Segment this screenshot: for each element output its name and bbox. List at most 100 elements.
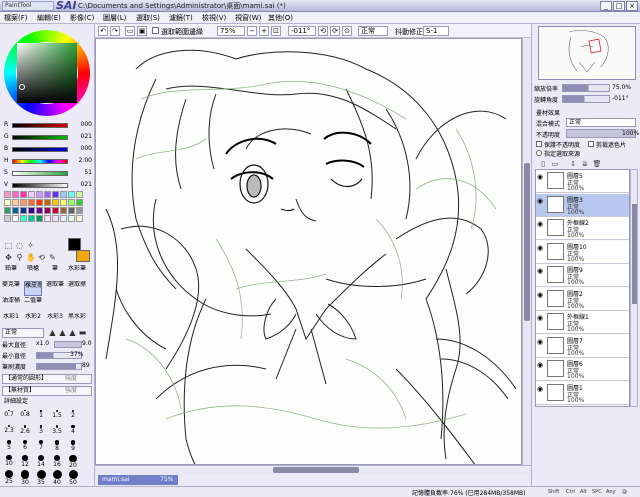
- brush-edge-soft-icon[interactable]: ▲: [68, 328, 77, 337]
- tool-watercolor-1[interactable]: 水彩1: [2, 313, 20, 328]
- color-swatch[interactable]: [60, 191, 67, 198]
- maximize-button[interactable]: □: [613, 1, 625, 11]
- brush-size-cell[interactable]: 8: [50, 440, 64, 455]
- brush-size-cell[interactable]: 50: [66, 470, 80, 486]
- color-swatch[interactable]: [68, 215, 75, 222]
- color-swatch[interactable]: [12, 215, 19, 222]
- slider-s[interactable]: S 51: [4, 169, 92, 179]
- stabilizer-field[interactable]: S-1: [423, 26, 449, 36]
- color-cursor-icon[interactable]: [19, 84, 25, 90]
- document-tab[interactable]: mami.sai 75%: [98, 475, 178, 485]
- max-size-multiplier[interactable]: x1.0: [36, 340, 49, 347]
- color-swatch[interactable]: [28, 207, 35, 214]
- brush-size-cell[interactable]: 2: [66, 410, 80, 425]
- color-swatch[interactable]: [76, 191, 83, 198]
- saturation-value-square[interactable]: [17, 43, 77, 103]
- color-swatch[interactable]: [44, 199, 51, 206]
- color-swatch[interactable]: [4, 215, 11, 222]
- layer-row[interactable]: ◉ 圖層2 正常 100%: [536, 287, 629, 311]
- layer-visibility-eye-icon[interactable]: ◉: [537, 361, 545, 369]
- zoom-out-icon[interactable]: −: [247, 26, 257, 36]
- color-swatch[interactable]: [60, 199, 67, 206]
- lasso-icon[interactable]: ◌: [15, 241, 24, 250]
- layer-visibility-eye-icon[interactable]: ◉: [537, 385, 545, 393]
- layer-row[interactable]: ◉ 圖層3 正常 100%: [536, 193, 629, 217]
- color-swatch[interactable]: [4, 191, 11, 198]
- zoom-icon[interactable]: ⚲: [15, 253, 24, 262]
- tool-black-watercolor[interactable]: 黑水彩: [68, 313, 86, 328]
- hand-icon[interactable]: ✋: [26, 253, 36, 262]
- brush-size-cell[interactable]: 2.6: [18, 425, 32, 440]
- slider-g[interactable]: G 021: [4, 133, 92, 143]
- color-swatch[interactable]: [4, 207, 11, 214]
- tool-pen[interactable]: 筆: [46, 265, 64, 280]
- color-swatch[interactable]: [28, 191, 35, 198]
- menu-window[interactable]: 視窗(W): [235, 13, 261, 23]
- select-rect-icon[interactable]: ⬚: [4, 241, 13, 250]
- color-swatch[interactable]: [12, 199, 19, 206]
- angle-field[interactable]: -011°: [288, 26, 316, 36]
- color-swatch[interactable]: [76, 207, 83, 214]
- color-swatch[interactable]: [52, 191, 59, 198]
- layer-row[interactable]: ◉ 圖層10 正常 100%: [536, 240, 629, 264]
- color-swatch[interactable]: [36, 191, 43, 198]
- layer-row[interactable]: ◉ 外框線1 正常 100%: [536, 311, 629, 334]
- color-swatch[interactable]: [68, 191, 75, 198]
- preserve-opacity-checkbox[interactable]: [536, 141, 542, 147]
- eyedropper-icon[interactable]: ✎: [48, 253, 57, 262]
- brush-size-cell[interactable]: 14: [34, 455, 48, 470]
- slider-b[interactable]: B 000: [4, 145, 92, 155]
- color-swatch[interactable]: [28, 215, 35, 222]
- brush-size-cell[interactable]: 40: [50, 470, 64, 486]
- layer-visibility-eye-icon[interactable]: ◉: [537, 267, 545, 275]
- tool-airbrush[interactable]: 噴槍: [24, 265, 42, 280]
- slider-h-track[interactable]: [12, 159, 68, 164]
- brush-size-cell[interactable]: 0.7: [2, 410, 16, 425]
- layer-visibility-eye-icon[interactable]: ◉: [537, 338, 545, 346]
- rotate-left-icon[interactable]: ⟲: [318, 26, 328, 36]
- layer-row[interactable]: ◉ 圖層5 正常 100%: [536, 170, 629, 193]
- brush-size-cell[interactable]: 1.5: [50, 410, 64, 425]
- color-swatch[interactable]: [4, 199, 11, 206]
- layer-visibility-eye-icon[interactable]: ◉: [537, 197, 545, 205]
- color-swatch[interactable]: [52, 215, 59, 222]
- magic-wand-icon[interactable]: ✧: [26, 241, 35, 250]
- brush-size-cell[interactable]: 3.5: [50, 425, 64, 440]
- layer-visibility-eye-icon[interactable]: ◉: [537, 220, 545, 228]
- layer-list-scroll-thumb[interactable]: [632, 204, 637, 304]
- color-swatch[interactable]: [44, 207, 51, 214]
- layer-row[interactable]: ◉ 圖層7 正常 100%: [536, 334, 629, 358]
- menu-filter[interactable]: 濾鏡(T): [169, 13, 193, 23]
- slider-r[interactable]: R 000: [4, 121, 92, 131]
- color-swatch[interactable]: [44, 215, 51, 222]
- zoom-in-icon[interactable]: +: [259, 26, 269, 36]
- tool-watercolor-2[interactable]: 水彩2: [24, 313, 42, 328]
- tool-eraser[interactable]: 橡皮擦: [24, 281, 42, 296]
- invert-selection-icon[interactable]: ▣: [137, 26, 147, 36]
- zoom-reset-icon[interactable]: ⊡: [271, 26, 281, 36]
- color-swatch[interactable]: [12, 191, 19, 198]
- menu-image[interactable]: 影像(C): [70, 13, 94, 23]
- tool-pencil[interactable]: 鉛筆: [2, 265, 20, 280]
- layer-visibility-eye-icon[interactable]: ◉: [537, 291, 545, 299]
- undo-icon[interactable]: ↶: [98, 26, 108, 36]
- brush-size-cell[interactable]: 25: [2, 470, 16, 485]
- color-swatch[interactable]: [36, 207, 43, 214]
- tool-binary-pen[interactable]: 二值筆: [24, 297, 42, 312]
- navigator-angle-slider[interactable]: [562, 95, 610, 103]
- canvas-vertical-scrollbar[interactable]: [522, 38, 531, 465]
- layer-visibility-eye-icon[interactable]: ◉: [537, 173, 545, 181]
- color-swatch[interactable]: [68, 199, 75, 206]
- canvas-horizontal-scrollbar[interactable]: [95, 465, 531, 474]
- new-layer-icon[interactable]: ▯: [538, 160, 548, 169]
- brush-size-cell[interactable]: 6: [18, 440, 32, 455]
- brush-size-cell[interactable]: 35: [34, 470, 48, 486]
- color-swatch[interactable]: [52, 207, 59, 214]
- deselect-icon[interactable]: ▭: [125, 26, 135, 36]
- brush-size-cell[interactable]: 1: [34, 410, 48, 425]
- navigator-preview[interactable]: [538, 26, 636, 80]
- slider-v[interactable]: V 021: [4, 181, 92, 191]
- layer-row[interactable]: ◉ 圖層1 正常 100%: [536, 381, 629, 405]
- layer-row[interactable]: ◉ 圖層9 正常 100%: [536, 264, 629, 287]
- brush-size-cell[interactable]: 4: [66, 425, 80, 440]
